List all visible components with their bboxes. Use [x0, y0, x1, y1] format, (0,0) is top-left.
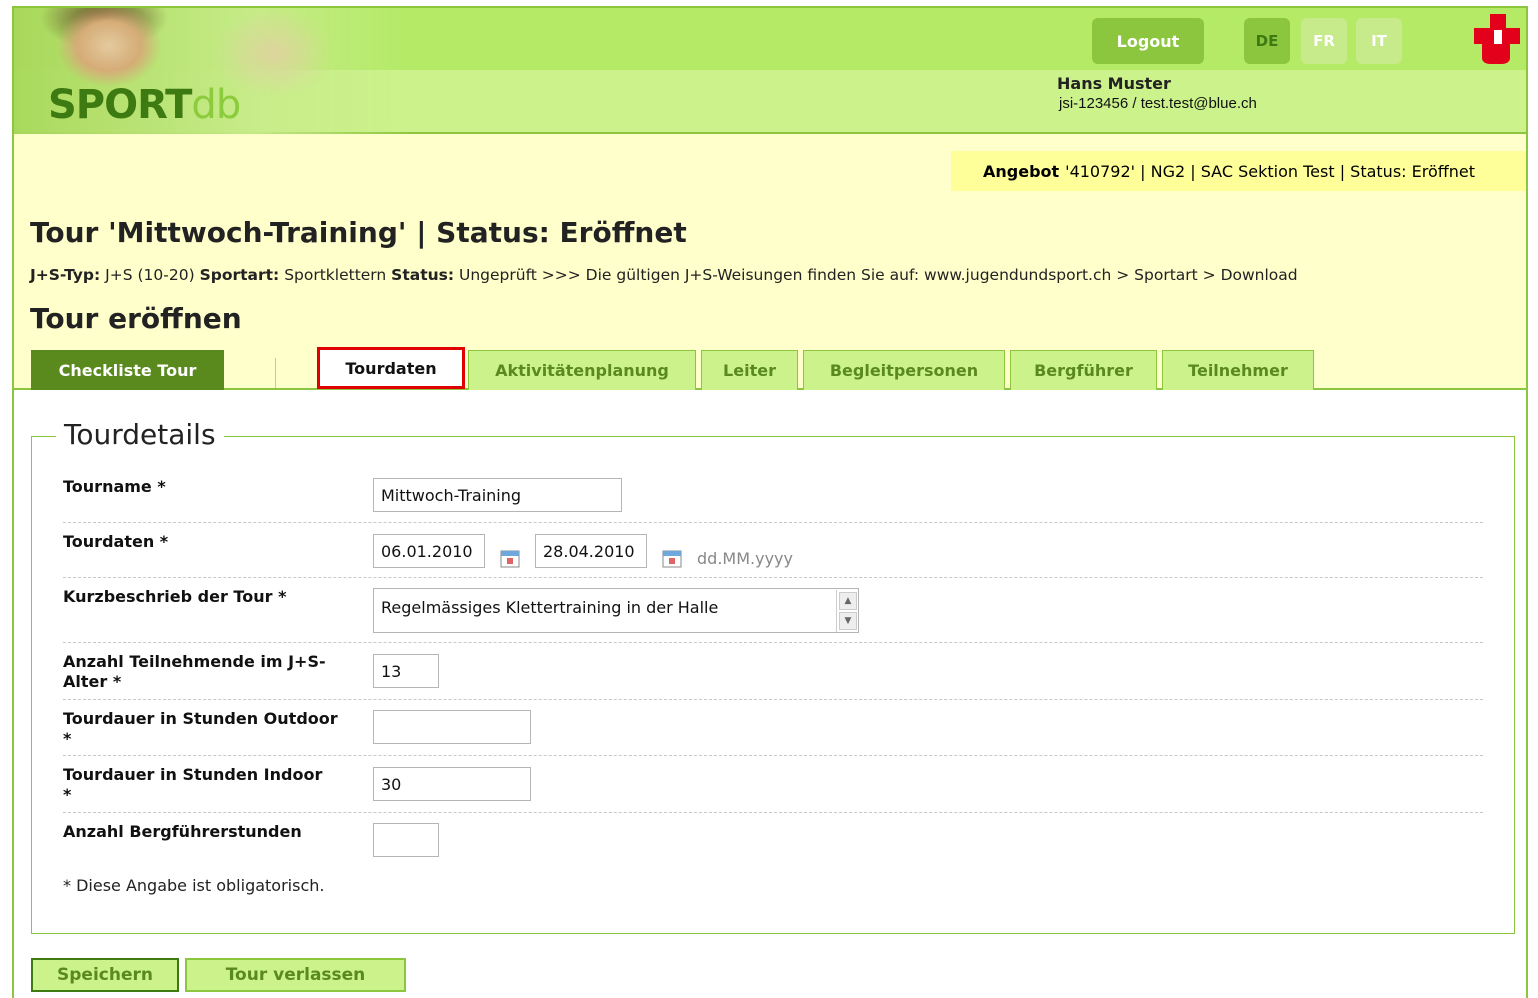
offer-bar: Angebot '410792' | NG2 | SAC Sektion Tes… — [951, 151, 1526, 191]
row-divider — [63, 812, 1483, 813]
scroll-up-icon[interactable]: ▲ — [839, 592, 857, 610]
tab-leiter[interactable]: Leiter — [701, 350, 798, 390]
tourdaten-label: Tourdaten * — [63, 532, 169, 551]
scroll-down-icon[interactable]: ▼ — [839, 612, 857, 630]
tab-begleitpersonen[interactable]: Begleitpersonen — [803, 350, 1005, 390]
row-divider — [63, 699, 1483, 700]
sport-label: Sportart: — [199, 266, 280, 284]
textarea-scrollbar[interactable]: ▲ ▼ — [836, 590, 858, 632]
indoor-hours-input[interactable]: 30 — [373, 767, 531, 801]
indoor-label-line1: Tourdauer in Stunden Indoor — [63, 765, 323, 784]
lang-fr-button[interactable]: FR — [1301, 18, 1347, 64]
offer-text: '410792' | NG2 | SAC Sektion Test | Stat… — [1065, 161, 1476, 181]
date-format-hint: dd.MM.yyyy — [697, 549, 793, 568]
fieldset-legend: Tourdetails — [56, 418, 224, 451]
logo-sport: SPORT — [48, 82, 192, 128]
kurzbeschrieb-label: Kurzbeschrieb der Tour * — [63, 587, 287, 606]
type-value: J+S (10-20) — [105, 266, 195, 284]
status-value: Ungeprüft >>> Die gültigen J+S-Weisungen… — [459, 266, 1298, 284]
tab-separator — [275, 358, 276, 388]
outdoor-label-line1: Tourdauer in Stunden Outdoor — [63, 709, 338, 728]
logout-button[interactable]: Logout — [1092, 18, 1204, 64]
type-label: J+S-Typ: — [30, 266, 101, 284]
user-name: Hans Muster — [1057, 74, 1171, 93]
indoor-label: Tourdauer in Stunden Indoor * — [63, 765, 322, 805]
user-meta: jsi-123456 / test.test@blue.ch — [1059, 95, 1257, 112]
outdoor-hours-input[interactable] — [373, 710, 531, 744]
sport-value: Sportklettern — [284, 266, 387, 284]
tour-info-line: J+S-Typ: J+S (10-20) Sportart: Sportklet… — [30, 266, 1298, 284]
anzahl-teilnehmende-label-line1: Anzahl Teilnehmende im J+S- — [63, 652, 326, 671]
tourname-label: Tourname * — [63, 477, 166, 496]
anzahl-teilnehmende-label: Anzahl Teilnehmende im J+S- Alter * — [63, 652, 326, 692]
required-note: * Diese Angabe ist obligatorisch. — [63, 876, 325, 895]
tab-tourdaten[interactable]: Tourdaten — [317, 347, 465, 389]
kurzbeschrieb-textarea[interactable]: Regelmässiges Klettertraining in der Hal… — [373, 588, 859, 633]
status-label: Status: — [391, 266, 455, 284]
js-swiss-cross-logo-icon[interactable] — [1474, 12, 1522, 64]
lang-de-button[interactable]: DE — [1244, 18, 1290, 64]
indoor-label-line2: * — [63, 785, 72, 804]
row-divider — [63, 642, 1483, 643]
lang-it-button[interactable]: IT — [1356, 18, 1402, 64]
date-to-input[interactable]: 28.04.2010 — [535, 534, 647, 568]
tab-bergfuehrer[interactable]: Bergführer — [1010, 350, 1157, 390]
date-from-input[interactable]: 06.01.2010 — [373, 534, 485, 568]
header: SPORTdb Logout DE FR IT Hans Muster jsi-… — [14, 8, 1526, 134]
tab-checkliste-tour[interactable]: Checkliste Tour — [31, 350, 224, 390]
row-divider — [63, 522, 1483, 523]
row-divider — [63, 755, 1483, 756]
bergfuehrer-label: Anzahl Bergführerstunden — [63, 822, 302, 841]
anzahl-teilnehmende-input[interactable]: 13 — [373, 654, 439, 688]
calendar-from-icon[interactable] — [499, 547, 521, 569]
outdoor-label-line2: * — [63, 729, 72, 748]
tab-teilnehmer[interactable]: Teilnehmer — [1162, 350, 1314, 390]
sportdb-logo[interactable]: SPORTdb — [48, 82, 241, 128]
outdoor-label: Tourdauer in Stunden Outdoor * — [63, 709, 338, 749]
tourname-input[interactable]: Mittwoch-Training — [373, 478, 622, 512]
bergfuehrer-hours-input[interactable] — [373, 823, 439, 857]
row-divider — [63, 577, 1483, 578]
leave-tour-button[interactable]: Tour verlassen — [185, 958, 406, 992]
logo-db: db — [191, 82, 241, 128]
page-title: Tour 'Mittwoch-Training' | Status: Eröff… — [30, 216, 687, 249]
anzahl-teilnehmende-label-line2: Alter * — [63, 672, 122, 691]
save-button[interactable]: Speichern — [31, 958, 179, 992]
tab-aktivitaetenplanung[interactable]: Aktivitätenplanung — [468, 350, 696, 390]
offer-label: Angebot — [983, 161, 1060, 181]
calendar-to-icon[interactable] — [661, 547, 683, 569]
section-title: Tour eröffnen — [30, 302, 242, 335]
